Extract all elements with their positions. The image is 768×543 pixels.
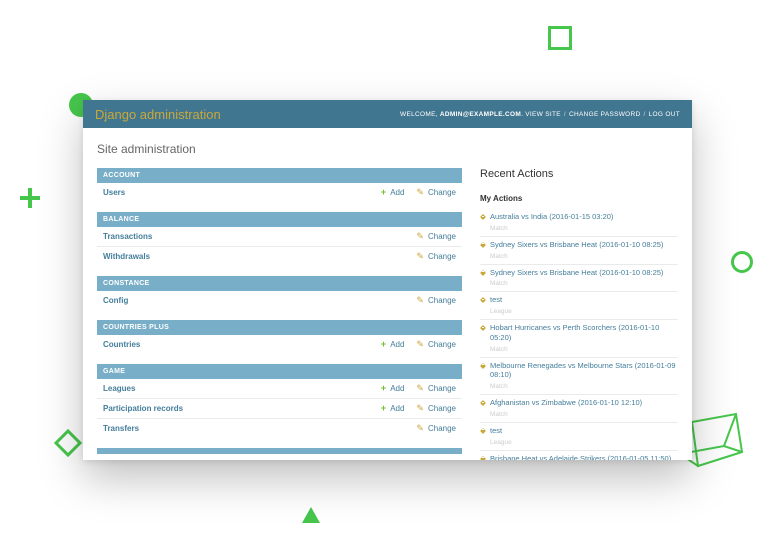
model-link[interactable]: Transactions — [103, 232, 404, 241]
recent-item: Afghanistan vs Zimbabwe (2016-01-10 12:1… — [480, 395, 678, 423]
pencil-icon: ✎ — [416, 340, 424, 349]
change-link[interactable]: ✎Change — [416, 424, 456, 433]
recent-item: test League — [480, 292, 678, 320]
section-game: GAME Leagues +Add ✎Change Participation … — [97, 364, 462, 438]
section-header[interactable] — [97, 448, 462, 454]
recent-link[interactable]: test — [490, 295, 678, 305]
recent-item: Melbourne Renegades vs Melbourne Stars (… — [480, 358, 678, 396]
recent-link[interactable]: test — [490, 426, 678, 436]
section-balance: BALANCE Transactions ✎Change Withdrawals… — [97, 212, 462, 266]
recent-item: Brisbane Heat vs Adelaide Strikers (2016… — [480, 451, 678, 461]
recent-link[interactable]: Sydney Sixers vs Brisbane Heat (2016-01-… — [490, 268, 678, 278]
recent-tag: Match — [490, 383, 508, 390]
change-password-link[interactable]: CHANGE PASSWORD — [569, 111, 641, 118]
pencil-icon: ✎ — [416, 384, 424, 393]
plus-icon: + — [381, 384, 386, 393]
change-link[interactable]: ✎Change — [416, 252, 456, 261]
site-header: Django administration WELCOME, ADMIN@EXA… — [83, 100, 692, 128]
recent-actions-title: Recent Actions — [480, 168, 678, 180]
add-link[interactable]: +Add — [381, 340, 405, 349]
logout-link[interactable]: LOG OUT — [649, 111, 680, 118]
recent-actions-panel: Recent Actions My Actions Australia vs I… — [480, 168, 678, 460]
decorative-plus-icon — [17, 185, 43, 211]
recent-tag: Match — [490, 346, 508, 353]
change-link[interactable]: ✎Change — [416, 296, 456, 305]
recent-tag: League — [490, 439, 512, 446]
pencil-icon: ✎ — [416, 424, 424, 433]
recent-tag: Match — [490, 253, 508, 260]
recent-item: test League — [480, 423, 678, 451]
recent-tag: League — [490, 308, 512, 315]
recent-actions-list: Australia vs India (2016-01-15 03:20) Ma… — [480, 209, 678, 460]
model-row-withdrawals: Withdrawals ✎Change — [97, 247, 462, 266]
user-tools: WELCOME, ADMIN@EXAMPLE.COM . VIEW SITE /… — [400, 111, 680, 118]
model-link[interactable]: Leagues — [103, 384, 369, 393]
section-header[interactable]: BALANCE — [97, 212, 462, 227]
decorative-square-outline — [548, 26, 572, 50]
decorative-triangle-icon — [300, 505, 322, 530]
model-link[interactable]: Transfers — [103, 424, 404, 433]
model-row-participation-records: Participation records +Add ✎Change — [97, 399, 462, 419]
section-account: ACCOUNT Users +Add ✎Change — [97, 168, 462, 202]
recent-item: Sydney Sixers vs Brisbane Heat (2016-01-… — [480, 265, 678, 293]
welcome-label: WELCOME, — [400, 111, 438, 118]
recent-link[interactable]: Melbourne Renegades vs Melbourne Stars (… — [490, 361, 678, 381]
recent-item: Hobart Hurricanes vs Perth Scorchers (20… — [480, 320, 678, 358]
section-header[interactable]: CONSTANCE — [97, 276, 462, 291]
add-link[interactable]: +Add — [381, 404, 405, 413]
model-row-countries: Countries +Add ✎Change — [97, 335, 462, 354]
change-link[interactable]: ✎Change — [416, 188, 456, 197]
model-link[interactable]: Withdrawals — [103, 252, 404, 261]
model-link[interactable]: Participation records — [103, 404, 369, 413]
change-link[interactable]: ✎Change — [416, 404, 456, 413]
model-row-users: Users +Add ✎Change — [97, 183, 462, 202]
model-link[interactable]: Countries — [103, 340, 369, 349]
current-user: ADMIN@EXAMPLE.COM — [440, 111, 521, 118]
change-link[interactable]: ✎Change — [416, 340, 456, 349]
pencil-icon: ✎ — [416, 296, 424, 305]
change-link[interactable]: ✎Change — [416, 384, 456, 393]
plus-icon: + — [381, 340, 386, 349]
recent-link[interactable]: Afghanistan vs Zimbabwe (2016-01-10 12:1… — [490, 398, 678, 408]
section-header[interactable]: COUNTRIES PLUS — [97, 320, 462, 335]
model-row-transfers: Transfers ✎Change — [97, 419, 462, 438]
pencil-icon: ✎ — [416, 252, 424, 261]
site-title: Django administration — [95, 107, 221, 122]
main-content: Site administration ACCOUNT Users +Add ✎… — [83, 128, 692, 460]
model-row-config: Config ✎Change — [97, 291, 462, 310]
change-link[interactable]: ✎Change — [416, 232, 456, 241]
recent-item: Australia vs India (2016-01-15 03:20) Ma… — [480, 209, 678, 237]
page-title: Site administration — [97, 142, 678, 156]
plus-icon: + — [381, 188, 386, 197]
recent-tag: Match — [490, 280, 508, 287]
pencil-icon: ✎ — [416, 232, 424, 241]
pencil-icon: ✎ — [416, 404, 424, 413]
plus-icon: + — [381, 404, 386, 413]
app-list: ACCOUNT Users +Add ✎Change BALANCE Trans… — [97, 168, 462, 460]
section-header[interactable]: ACCOUNT — [97, 168, 462, 183]
model-link[interactable]: Users — [103, 188, 369, 197]
model-link[interactable]: Config — [103, 296, 404, 305]
model-row-transactions: Transactions ✎Change — [97, 227, 462, 247]
add-link[interactable]: +Add — [381, 188, 405, 197]
section-countries-plus: COUNTRIES PLUS Countries +Add ✎Change — [97, 320, 462, 354]
recent-link[interactable]: Brisbane Heat vs Adelaide Strikers (2016… — [490, 454, 678, 461]
recent-link[interactable]: Hobart Hurricanes vs Perth Scorchers (20… — [490, 323, 678, 343]
section-partial — [97, 448, 462, 454]
pencil-icon: ✎ — [416, 188, 424, 197]
decorative-circle-outline — [731, 251, 753, 273]
recent-item: Sydney Sixers vs Brisbane Heat (2016-01-… — [480, 237, 678, 265]
recent-tag: Match — [490, 411, 508, 418]
decorative-diamond-outline — [54, 429, 82, 457]
add-link[interactable]: +Add — [381, 384, 405, 393]
admin-window: Django administration WELCOME, ADMIN@EXA… — [83, 100, 692, 460]
recent-link[interactable]: Australia vs India (2016-01-15 03:20) — [490, 212, 678, 222]
recent-tag: Match — [490, 225, 508, 232]
section-constance: CONSTANCE Config ✎Change — [97, 276, 462, 310]
recent-link[interactable]: Sydney Sixers vs Brisbane Heat (2016-01-… — [490, 240, 678, 250]
model-row-leagues: Leagues +Add ✎Change — [97, 379, 462, 399]
view-site-link[interactable]: VIEW SITE — [525, 111, 561, 118]
recent-actions-subtitle: My Actions — [480, 194, 678, 203]
section-header[interactable]: GAME — [97, 364, 462, 379]
